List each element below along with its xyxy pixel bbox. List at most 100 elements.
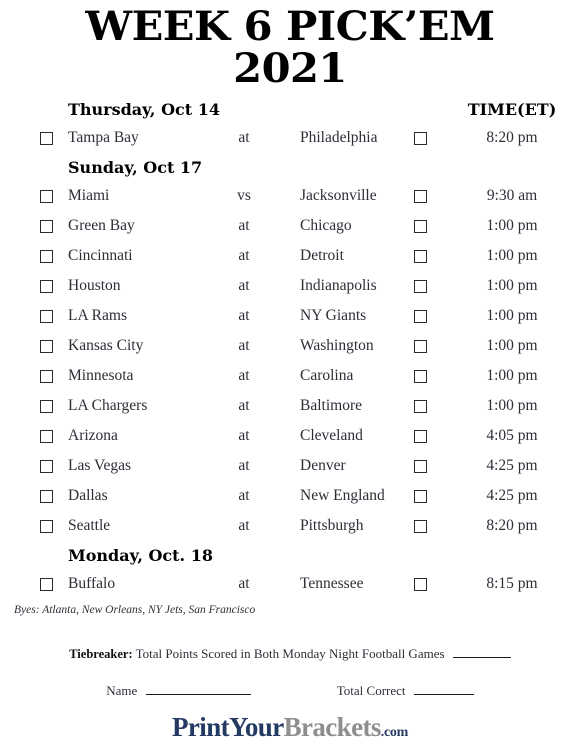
total-correct-blank[interactable] bbox=[413, 682, 474, 695]
page-title-line-1: WEEK 6 PICK’EM bbox=[85, 3, 495, 50]
home-team-name: NY Giants bbox=[300, 307, 367, 324]
home-team-checkbox[interactable] bbox=[414, 190, 427, 203]
game-time: 8:20 pm bbox=[486, 129, 538, 146]
home-team-name: Detroit bbox=[300, 247, 344, 264]
matchup-separator: at bbox=[238, 277, 250, 294]
game-time: 1:00 pm bbox=[486, 397, 538, 414]
away-team-checkbox[interactable] bbox=[40, 340, 53, 353]
page-title: WEEK 6 PICK’EM 2021 bbox=[0, 0, 580, 90]
away-team-name: Las Vegas bbox=[68, 457, 131, 474]
away-team-checkbox[interactable] bbox=[40, 520, 53, 533]
home-team-checkbox[interactable] bbox=[414, 430, 427, 443]
away-team-checkbox[interactable] bbox=[40, 280, 53, 293]
matchup-separator: vs bbox=[237, 187, 251, 204]
game-row: Green Bay at Chicago 1:00 pm bbox=[14, 214, 566, 244]
away-team-name: LA Rams bbox=[68, 307, 127, 324]
away-team-checkbox[interactable] bbox=[40, 400, 53, 413]
day-header-row: Thursday, Oct 14 TIME(ET) bbox=[14, 98, 566, 126]
game-row: Tampa Bay at Philadelphia 8:20 pm bbox=[14, 126, 566, 156]
game-row: Kansas City at Washington 1:00 pm bbox=[14, 334, 566, 364]
printyourbrackets-logo[interactable]: PrintYourBrackets.com bbox=[0, 713, 580, 747]
home-team-checkbox[interactable] bbox=[414, 132, 427, 145]
game-time: 4:05 pm bbox=[486, 427, 538, 444]
home-team-name: Jacksonville bbox=[300, 187, 377, 204]
name-input-blank[interactable] bbox=[145, 682, 251, 695]
away-team-name: Cincinnati bbox=[68, 247, 133, 264]
day-header-label: Sunday, Oct 17 bbox=[68, 158, 203, 177]
matchup-separator: at bbox=[238, 397, 250, 414]
day-header-row: Monday, Oct. 18 bbox=[14, 544, 566, 572]
logo-part-brackets: Brackets bbox=[283, 712, 382, 742]
game-row: Cincinnati at Detroit 1:00 pm bbox=[14, 244, 566, 274]
game-time: 9:30 am bbox=[486, 187, 538, 204]
away-team-checkbox[interactable] bbox=[40, 370, 53, 383]
matchup-separator: at bbox=[238, 367, 250, 384]
away-team-checkbox[interactable] bbox=[40, 190, 53, 203]
matchup-separator: at bbox=[238, 129, 250, 146]
day-header-row: Sunday, Oct 17 bbox=[14, 156, 566, 184]
away-team-checkbox[interactable] bbox=[40, 430, 53, 443]
home-team-name: Baltimore bbox=[300, 397, 362, 414]
home-team-checkbox[interactable] bbox=[414, 370, 427, 383]
away-team-checkbox[interactable] bbox=[40, 310, 53, 323]
home-team-checkbox[interactable] bbox=[414, 490, 427, 503]
game-row: LA Chargers at Baltimore 1:00 pm bbox=[14, 394, 566, 424]
home-team-checkbox[interactable] bbox=[414, 400, 427, 413]
day-header-label: Thursday, Oct 14 bbox=[68, 100, 220, 119]
away-team-checkbox[interactable] bbox=[40, 132, 53, 145]
game-time: 4:25 pm bbox=[486, 487, 538, 504]
byes-line: Byes: Atlanta, New Orleans, NY Jets, San… bbox=[14, 604, 256, 616]
home-team-name: Cleveland bbox=[300, 427, 363, 444]
home-team-name: Washington bbox=[300, 337, 374, 354]
matchup-separator: at bbox=[238, 487, 250, 504]
home-team-checkbox[interactable] bbox=[414, 280, 427, 293]
home-team-checkbox[interactable] bbox=[414, 310, 427, 323]
away-team-checkbox[interactable] bbox=[40, 460, 53, 473]
game-time: 8:20 pm bbox=[486, 517, 538, 534]
tiebreaker-row: Tiebreaker: Total Points Scored in Both … bbox=[0, 645, 580, 662]
game-row: Las Vegas at Denver 4:25 pm bbox=[14, 454, 566, 484]
game-time: 1:00 pm bbox=[486, 217, 538, 234]
tiebreaker-answer-blank[interactable] bbox=[452, 645, 511, 658]
away-team-name: Tampa Bay bbox=[68, 129, 139, 146]
home-team-checkbox[interactable] bbox=[414, 578, 427, 591]
away-team-checkbox[interactable] bbox=[40, 220, 53, 233]
time-column-header: TIME(ET) bbox=[467, 100, 557, 119]
total-correct-label: Total Correct bbox=[336, 683, 406, 698]
away-team-name: LA Chargers bbox=[68, 397, 148, 414]
home-team-checkbox[interactable] bbox=[414, 340, 427, 353]
away-team-checkbox[interactable] bbox=[40, 578, 53, 591]
away-team-name: Houston bbox=[68, 277, 121, 294]
matchup-separator: at bbox=[238, 457, 250, 474]
game-row: Dallas at New England 4:25 pm bbox=[14, 484, 566, 514]
home-team-name: Chicago bbox=[300, 217, 352, 234]
game-row: Arizona at Cleveland 4:05 pm bbox=[14, 424, 566, 454]
home-team-checkbox[interactable] bbox=[414, 520, 427, 533]
away-team-name: Dallas bbox=[68, 487, 108, 504]
home-team-checkbox[interactable] bbox=[414, 220, 427, 233]
schedule-sheet: Thursday, Oct 14 TIME(ET) Tampa Bay at Phila… bbox=[0, 98, 580, 602]
matchup-separator: at bbox=[238, 307, 250, 324]
away-team-name: Seattle bbox=[68, 517, 111, 534]
tiebreaker-label: Tiebreaker: bbox=[69, 647, 133, 661]
away-team-name: Green Bay bbox=[68, 217, 135, 234]
away-team-checkbox[interactable] bbox=[40, 490, 53, 503]
game-row: Houston at Indianapolis 1:00 pm bbox=[14, 274, 566, 304]
game-time: 8:15 pm bbox=[486, 575, 538, 592]
matchup-separator: at bbox=[238, 217, 250, 234]
matchup-separator: at bbox=[238, 427, 250, 444]
away-team-name: Buffalo bbox=[68, 575, 116, 592]
away-team-name: Minnesota bbox=[68, 367, 134, 384]
game-time: 1:00 pm bbox=[486, 277, 538, 294]
tiebreaker-text: Total Points Scored in Both Monday Night… bbox=[135, 646, 445, 661]
game-row: Minnesota at Carolina 1:00 pm bbox=[14, 364, 566, 394]
name-and-score-row: Name Total Correct bbox=[0, 682, 580, 699]
home-team-name: New England bbox=[300, 487, 385, 504]
game-row: Seattle at Pittsburgh 8:20 pm bbox=[14, 514, 566, 544]
away-team-checkbox[interactable] bbox=[40, 250, 53, 263]
home-team-checkbox[interactable] bbox=[414, 460, 427, 473]
logo-part-dot-com: .com bbox=[380, 725, 408, 740]
home-team-name: Philadelphia bbox=[300, 129, 378, 146]
home-team-checkbox[interactable] bbox=[414, 250, 427, 263]
game-time: 1:00 pm bbox=[486, 337, 538, 354]
